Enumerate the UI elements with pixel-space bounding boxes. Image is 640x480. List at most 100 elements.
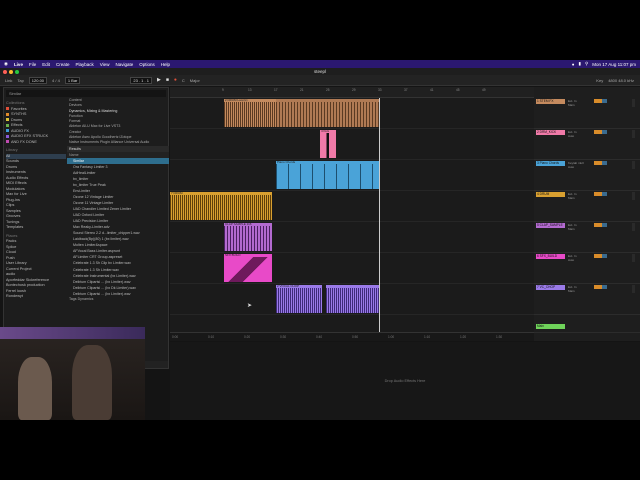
- bar-ruler[interactable]: 9 13 17 21 25 29 33 37 41 45 49: [170, 87, 534, 98]
- transport-bar: Link Tap 120.00 4 / 4 1 Bar 23 . 1 . 1 ▶…: [0, 75, 640, 86]
- track-activator[interactable]: [594, 254, 602, 258]
- track-name[interactable]: 4 DRUM: [536, 192, 565, 197]
- track-name[interactable]: 1 STEM FX: [536, 99, 565, 104]
- track-routing[interactable]: Ext. In Main: [568, 285, 577, 293]
- position-field[interactable]: 23 . 1 . 1: [130, 76, 152, 84]
- track-solo[interactable]: [602, 99, 607, 103]
- track-routing[interactable]: Keylab mkII Auto: [568, 161, 584, 169]
- window-titlebar: steepl: [0, 68, 640, 75]
- search-icon[interactable]: ⚲: [585, 61, 588, 67]
- audio-clip[interactable]: SFX BUILD: [224, 254, 272, 282]
- library-templates[interactable]: Templates: [6, 225, 66, 231]
- audio-clip[interactable]: CLAP SAMPLE 116: [224, 223, 272, 251]
- time-ruler[interactable]: 0:00 0:10 0:20 0:30 0:40 0:50 1:00 1:10 …: [170, 332, 534, 341]
- zoom-icon[interactable]: [15, 69, 19, 74]
- key-button[interactable]: C: [182, 78, 185, 83]
- arrangement-view[interactable]: 9 13 17 21 25 29 33 37 41 45 49 2 DRUM L…: [170, 87, 534, 332]
- menu-navigate[interactable]: Navigate: [115, 62, 133, 67]
- menu-file[interactable]: File: [29, 62, 36, 67]
- webcam-light: [0, 327, 145, 339]
- track-solo[interactable]: [602, 192, 607, 196]
- audio-clip[interactable]: 4 Kick: [320, 130, 336, 158]
- window-title: steepl: [313, 69, 326, 74]
- track-activator[interactable]: [594, 130, 602, 134]
- window-controls: [3, 69, 19, 74]
- webcam-person-left: [18, 357, 52, 420]
- wifi-icon[interactable]: ●: [572, 62, 575, 67]
- menu-help[interactable]: Help: [161, 62, 170, 67]
- close-icon[interactable]: [3, 69, 7, 74]
- track-header[interactable]: 1 STEM FX Ext. In Main: [534, 98, 640, 129]
- track-meter: [632, 254, 635, 262]
- track-activator[interactable]: [594, 192, 602, 196]
- apple-icon[interactable]: ◉: [4, 61, 8, 67]
- track-header[interactable]: 2 DRM_KICK Ext. In Auto: [534, 129, 640, 160]
- track-activator[interactable]: [594, 223, 602, 227]
- ruler-tick: 33: [378, 88, 382, 92]
- scale-button[interactable]: Major: [190, 78, 200, 83]
- main-track-name[interactable]: Main: [536, 324, 565, 329]
- track-header[interactable]: 7 VC_CHOP Ext. In Main: [534, 284, 640, 315]
- time-tick: 0:50: [352, 335, 359, 339]
- midi-clip[interactable]: Piano Chords: [276, 161, 379, 189]
- audio-clip[interactable]: 2 DRUM Loop(s): [224, 99, 276, 127]
- record-icon[interactable]: ●: [174, 77, 177, 83]
- battery-icon[interactable]: ▮: [579, 61, 581, 67]
- browser-search[interactable]: Similar: [6, 90, 166, 97]
- menu-live[interactable]: Live: [14, 62, 23, 67]
- track-solo[interactable]: [602, 223, 607, 227]
- track-routing[interactable]: Ext. In Auto: [568, 130, 577, 138]
- audio-clip[interactable]: [326, 285, 379, 313]
- track-header[interactable]: 4 DRUM Ext. In Main: [534, 191, 640, 222]
- webcam-person-right: [72, 345, 112, 420]
- time-tick: 0:10: [208, 335, 215, 339]
- minimize-icon[interactable]: [9, 69, 13, 74]
- time-tick: 1:10: [424, 335, 431, 339]
- track-solo[interactable]: [602, 161, 607, 165]
- track-activator[interactable]: [594, 161, 602, 165]
- menu-playback[interactable]: Playback: [76, 62, 94, 67]
- track-name[interactable]: 6 SFX_BUILD: [536, 254, 565, 259]
- track-name[interactable]: 3 Piano Chords: [536, 161, 565, 166]
- track-header[interactable]: 3 Piano Chords Keylab mkII Auto: [534, 160, 640, 191]
- key-label[interactable]: Key: [596, 78, 603, 83]
- track-name[interactable]: 5 CLAP_SAMPLE: [536, 223, 565, 228]
- track-routing[interactable]: Ext. In Auto: [568, 254, 577, 262]
- main-track-header[interactable]: Main: [534, 323, 640, 333]
- menu-options[interactable]: Options: [139, 62, 155, 67]
- audio-clip[interactable]: 2 VOCAL CHOP: [276, 285, 322, 313]
- menu-edit[interactable]: Edit: [42, 62, 50, 67]
- menu-view[interactable]: View: [100, 62, 110, 67]
- menubar: ◉ Live File Edit Create Playback View Na…: [0, 60, 640, 68]
- menu-create[interactable]: Create: [56, 62, 70, 67]
- playhead[interactable]: [379, 98, 380, 332]
- track-solo[interactable]: [602, 130, 607, 134]
- track-activator[interactable]: [594, 285, 602, 289]
- track-routing[interactable]: Ext. In Main: [568, 99, 577, 107]
- link-button[interactable]: Link: [5, 78, 12, 83]
- stop-icon[interactable]: ■: [166, 77, 169, 83]
- device-view[interactable]: Drop Audio Effects Here: [170, 342, 640, 420]
- track-header[interactable]: 6 SFX_BUILD Ext. In Auto: [534, 253, 640, 284]
- time-tick: 1:20: [460, 335, 467, 339]
- quantize-menu[interactable]: 1 Bar: [64, 76, 81, 84]
- play-icon[interactable]: ▶: [157, 77, 161, 83]
- track-header[interactable]: 5 CLAP_SAMPLE Ext. In Main: [534, 222, 640, 253]
- track-routing[interactable]: Ext. In Main: [568, 192, 577, 200]
- track-lane[interactable]: [170, 129, 534, 160]
- track-name[interactable]: 2 DRM_KICK: [536, 130, 565, 135]
- audio-clip[interactable]: [276, 99, 379, 127]
- track-name[interactable]: 7 VC_CHOP: [536, 285, 565, 290]
- tap-button[interactable]: Tap: [17, 78, 23, 83]
- browser-tags[interactable]: Tags Dynamics: [67, 297, 169, 302]
- tempo-field[interactable]: 120.00: [28, 76, 48, 84]
- ruler-tick: 9: [222, 88, 224, 92]
- track-solo[interactable]: [602, 285, 607, 289]
- collection-and-fx[interactable]: AND FX DONE: [6, 140, 66, 146]
- track-routing[interactable]: Ext. In Main: [568, 223, 577, 231]
- place-folder-4[interactable]: Rondewyt: [6, 294, 66, 300]
- time-signature[interactable]: 4 / 4: [52, 78, 60, 83]
- audio-clip[interactable]: 7 DRUM: [170, 192, 272, 220]
- track-solo[interactable]: [602, 254, 607, 258]
- track-activator[interactable]: [594, 99, 602, 103]
